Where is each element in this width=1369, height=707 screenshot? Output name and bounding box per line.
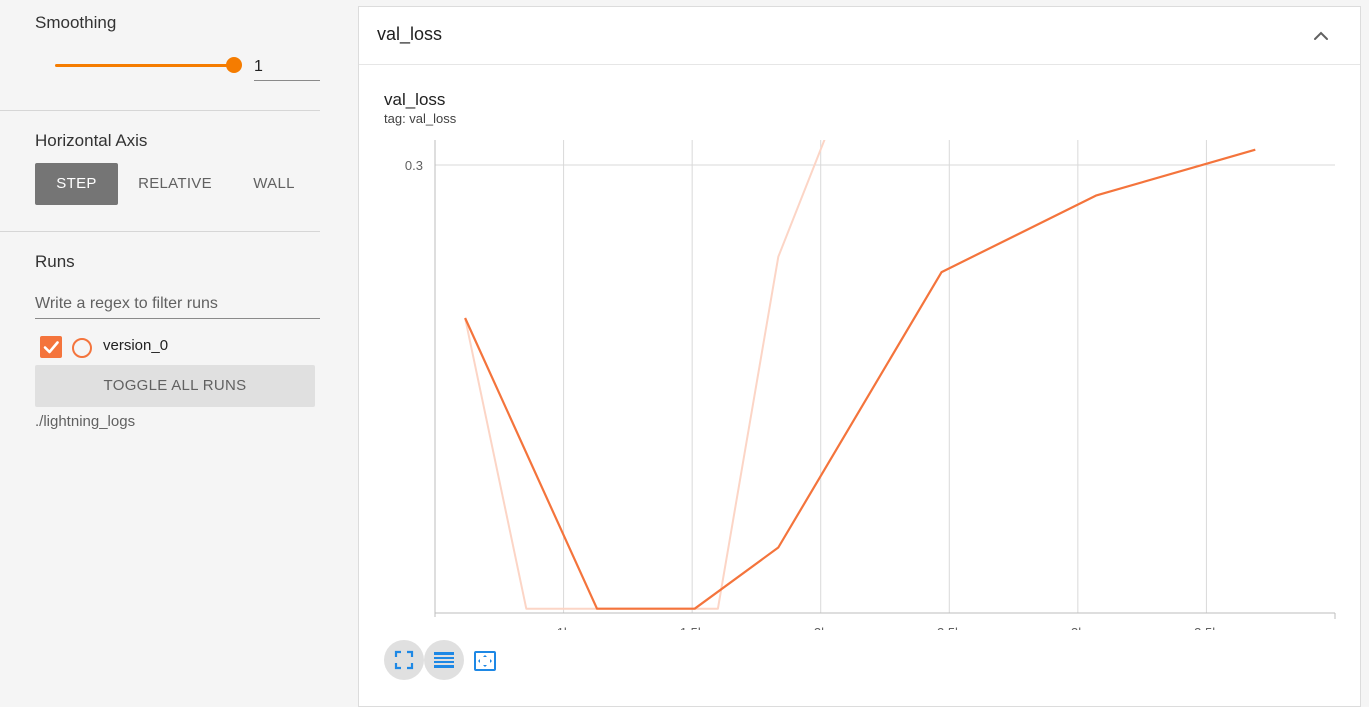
y-tick-label: 0.3 — [405, 158, 423, 173]
chart-subtitle: tag: val_loss — [384, 111, 457, 126]
run-label: version_0 — [103, 337, 169, 354]
runs-title: Runs — [35, 252, 75, 271]
horizontal-axis-title: Horizontal Axis — [35, 131, 148, 150]
data-table-button[interactable] — [424, 640, 464, 680]
axis-relative-button[interactable]: RELATIVE — [128, 163, 222, 205]
fit-to-data-icon — [474, 651, 496, 671]
divider — [0, 110, 320, 111]
smoothing-title: Smoothing — [35, 13, 117, 32]
axis-wall-button[interactable]: WALL — [238, 163, 310, 205]
line-chart[interactable]: 1k 1.5k 2k 2.5k 3k 3.5k 0.3 — [358, 130, 1353, 630]
axis-step-button[interactable]: STEP — [35, 163, 118, 205]
smoothing-slider-track[interactable] — [55, 64, 235, 67]
smoothed-series-line — [464, 148, 1256, 610]
chart-title: val_loss — [384, 90, 446, 109]
raw-series-line — [464, 140, 826, 610]
smoothing-slider-thumb[interactable] — [226, 57, 242, 73]
run-filter-input[interactable] — [35, 290, 320, 319]
card-title: val_loss — [377, 24, 443, 44]
fullscreen-button[interactable] — [384, 640, 424, 680]
fit-domain-button[interactable] — [464, 640, 504, 680]
x-tick-label: 1.5k — [680, 625, 705, 630]
x-tick-label: 3k — [1071, 625, 1085, 630]
x-tick-label: 2k — [814, 625, 828, 630]
smoothing-value-input[interactable] — [254, 54, 320, 81]
toggle-all-runs-button[interactable]: TOGGLE ALL RUNS — [35, 365, 315, 407]
divider — [0, 231, 320, 232]
x-tick-label: 3.5k — [1194, 625, 1219, 630]
chevron-up-icon[interactable] — [1310, 25, 1332, 47]
fullscreen-icon — [394, 650, 414, 670]
x-tick-label: 2.5k — [937, 625, 962, 630]
run-checkbox[interactable] — [40, 336, 62, 358]
card-header[interactable]: val_loss — [359, 7, 1360, 65]
x-tick-label: 1k — [557, 625, 571, 630]
logdir-label: ./lightning_logs — [35, 413, 136, 430]
run-color-circle-icon[interactable] — [72, 338, 92, 358]
sidebar: Smoothing Horizontal Axis STEP RELATIVE … — [0, 0, 358, 707]
list-icon — [434, 652, 454, 668]
checkmark-icon — [43, 341, 59, 354]
